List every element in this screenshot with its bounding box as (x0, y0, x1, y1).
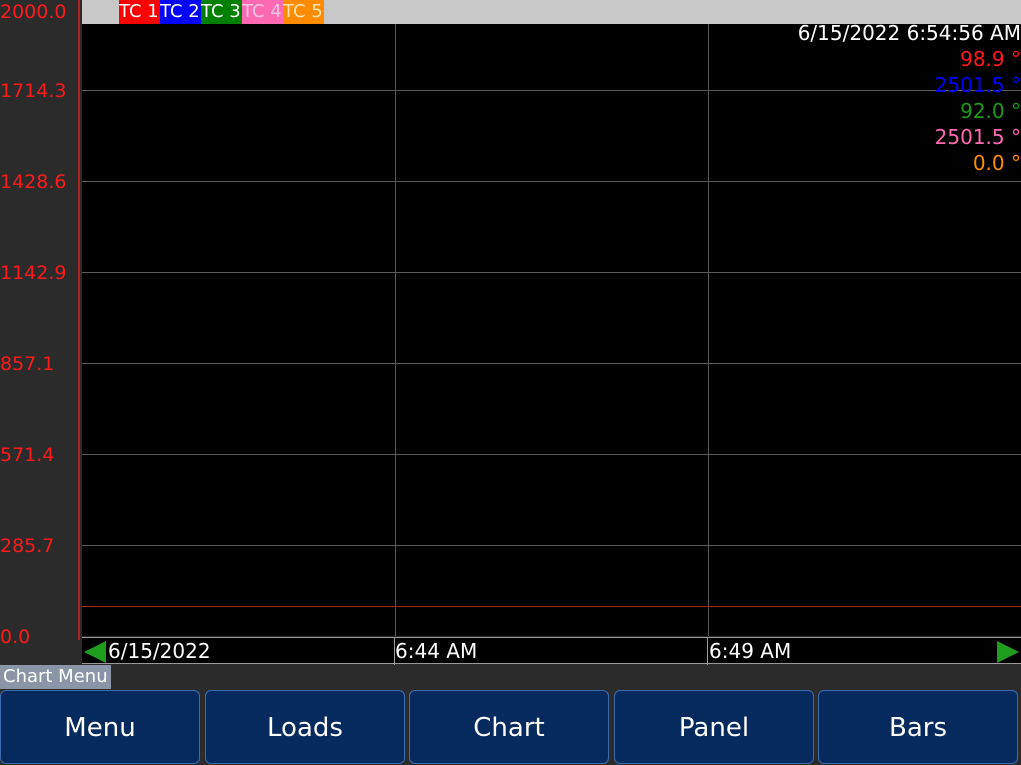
x-time-label: 6:44 AM (395, 639, 478, 663)
legend-tc2[interactable]: TC 2 (160, 0, 201, 24)
y-tick-label: 1142.9 (0, 262, 67, 284)
y-tick-label: 1428.6 (0, 171, 67, 193)
chart-plot-area[interactable]: TC 1 TC 2 TC 3 TC 4 TC 5 6/15/2022 6:54:… (82, 0, 1021, 636)
reading-tc5: 0.0 ° (972, 151, 1021, 175)
grid-line (82, 90, 1021, 91)
y-axis: 2000.0 1714.3 1428.6 1142.9 857.1 571.4 … (0, 0, 80, 665)
bars-button[interactable]: Bars (818, 690, 1018, 764)
loads-button[interactable]: Loads (205, 690, 405, 764)
grid-line (82, 181, 1021, 182)
scroll-right-arrow-icon[interactable] (997, 641, 1019, 663)
y-tick-label: 571.4 (0, 444, 55, 466)
reading-tc4: 2501.5 ° (934, 125, 1021, 149)
legend-tc3[interactable]: TC 3 (201, 0, 242, 24)
time-axis-divider (707, 638, 708, 665)
grid-line (82, 272, 1021, 273)
x-date-label: 6/15/2022 (108, 639, 211, 663)
time-axis: 6/15/2022 6:44 AM 6:49 AM (82, 637, 1021, 665)
y-axis-line (78, 0, 80, 640)
grid-line (708, 0, 709, 636)
y-tick-label: 857.1 (0, 353, 55, 375)
grid-line (395, 0, 396, 636)
grid-line (82, 454, 1021, 455)
chart-button[interactable]: Chart (409, 690, 609, 764)
x-time-label: 6:49 AM (709, 639, 792, 663)
reading-tc1: 98.9 ° (960, 47, 1021, 71)
grid-line (82, 545, 1021, 546)
y-tick-label: 285.7 (0, 535, 55, 557)
y-tick-label: 0.0 (0, 626, 31, 648)
reading-tc2: 2501.5 ° (934, 73, 1021, 97)
current-timestamp: 6/15/2022 6:54:56 AM (797, 21, 1021, 45)
legend-tc1[interactable]: TC 1 (119, 0, 160, 24)
menu-button[interactable]: Menu (0, 690, 200, 764)
zero-baseline (82, 606, 1021, 607)
legend-tc4[interactable]: TC 4 (242, 0, 283, 24)
y-tick-label: 1714.3 (0, 80, 67, 102)
panel-button[interactable]: Panel (614, 690, 814, 764)
reading-tc3: 92.0 ° (960, 99, 1021, 123)
bottom-button-bar: Menu Loads Chart Panel Bars (0, 690, 1021, 764)
grid-line (82, 363, 1021, 364)
chart-menu-label: Chart Menu (0, 665, 111, 689)
y-tick-label: 2000.0 (0, 1, 67, 23)
legend-tc5[interactable]: TC 5 (283, 0, 324, 24)
scroll-left-arrow-icon[interactable] (84, 641, 106, 663)
